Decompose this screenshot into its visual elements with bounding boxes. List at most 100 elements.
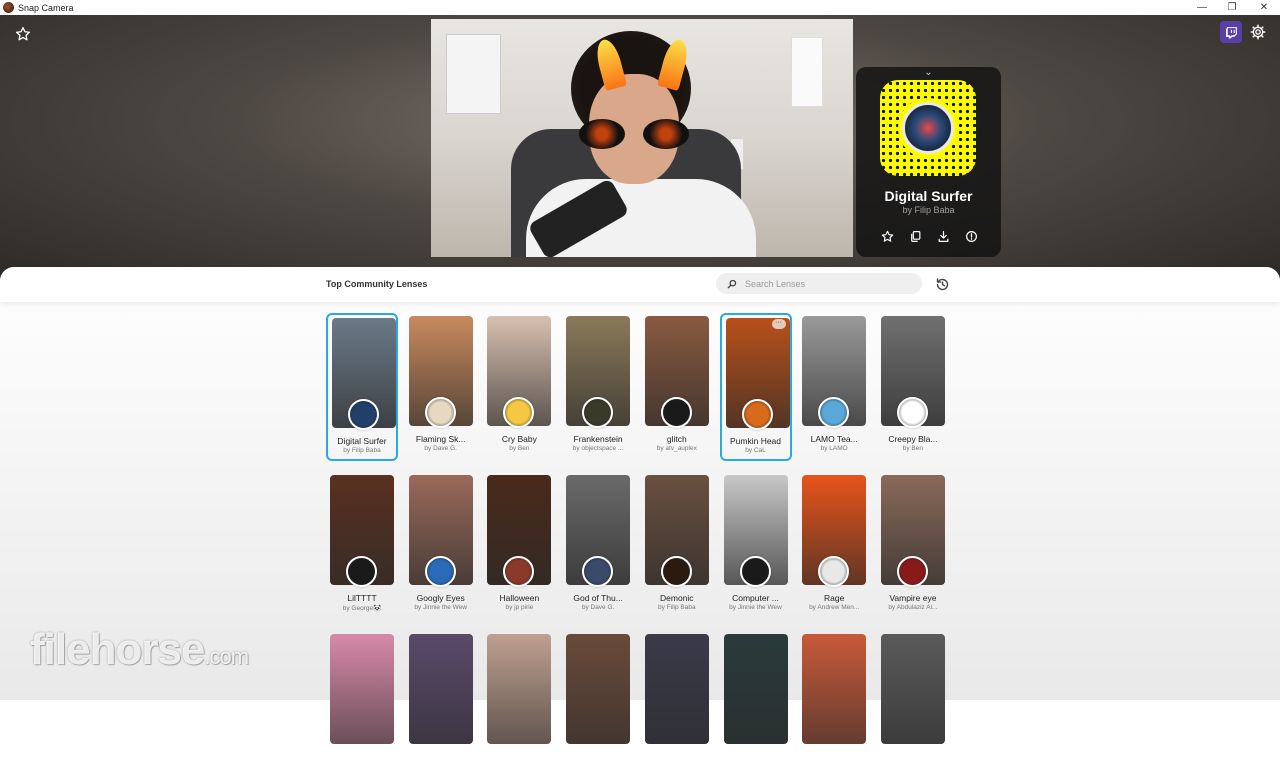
history-button[interactable] <box>932 274 952 294</box>
report-lens-button[interactable] <box>962 227 980 245</box>
lens-actions <box>878 227 980 245</box>
lens-name: Googly Eyes <box>416 593 465 603</box>
active-lens-card: ⌄ Digital Surfer by Filip Baba <box>856 67 1001 257</box>
lens-tile[interactable] <box>720 631 792 779</box>
lens-name: glitch <box>666 434 687 444</box>
lens-author: by Filip Baba <box>343 447 381 454</box>
background-frame <box>446 34 501 114</box>
lens-name: LAMO Tea... <box>810 434 858 444</box>
lens-name: Creepy Bla... <box>888 434 938 444</box>
lens-tile[interactable]: Halloween by jp pirie <box>483 472 555 620</box>
lens-icon <box>739 556 771 587</box>
lens-name: Demonic <box>660 593 694 603</box>
lens-tile[interactable]: Computer ... by Jinnie the Wew <box>720 472 792 620</box>
favorites-button[interactable] <box>12 23 34 45</box>
lens-icon <box>660 556 692 587</box>
watermark-brand: filehorse <box>30 625 205 674</box>
lens-tile[interactable]: God of Thu... by Dave G. <box>562 472 634 620</box>
lens-icon <box>741 399 773 430</box>
active-lens-author: by Filip Baba <box>902 205 955 215</box>
lens-tile[interactable]: Googly Eyes by Jinnie the Wew <box>405 472 477 620</box>
lens-tile[interactable] <box>405 631 477 779</box>
lens-author: by Andrew Men... <box>809 604 860 611</box>
lens-icon <box>896 556 928 587</box>
copy-link-button[interactable] <box>906 227 924 245</box>
lens-name: Halloween <box>499 593 540 603</box>
lens-icon <box>424 556 456 587</box>
lens-name: God of Thu... <box>573 593 623 603</box>
lens-tile[interactable]: Frankenstein by objectspace ... <box>562 313 634 461</box>
section-heading: Top Community Lenses <box>326 279 428 289</box>
window-title: Snap Camera <box>18 2 74 13</box>
lens-thumbnail <box>566 634 631 744</box>
favorite-lens-button[interactable] <box>878 227 896 245</box>
star-outline-icon <box>16 27 30 41</box>
lens-author: by Jinnie the Wew <box>414 604 467 611</box>
lens-name: Frankenstein <box>573 434 623 444</box>
twitch-button[interactable] <box>1220 21 1242 43</box>
search-input[interactable] <box>745 278 915 289</box>
lens-tile[interactable]: Demonic by Filip Baba <box>641 472 713 620</box>
lens-tile[interactable] <box>641 631 713 779</box>
lens-icon <box>660 397 692 428</box>
lens-icon <box>818 556 850 587</box>
minimize-button[interactable]: — <box>1188 0 1216 15</box>
lens-icon <box>582 556 614 587</box>
lens-author: by Ben <box>902 445 924 452</box>
lens-author: by Abdulaziz Al... <box>888 604 938 611</box>
lens-thumbnail <box>330 634 394 744</box>
lens-tile[interactable]: LAMO Tea... by LAMO <box>798 313 870 461</box>
lens-name: LilTTTT <box>347 593 377 603</box>
history-icon <box>936 277 948 290</box>
download-lens-button[interactable] <box>934 227 952 245</box>
lens-icon <box>902 102 954 154</box>
lens-tile[interactable] <box>877 631 949 779</box>
lens-icon <box>348 399 379 430</box>
lens-tile[interactable]: Flaming Sk... by Dave G. <box>405 313 477 461</box>
lens-author: by George🐼 <box>342 605 382 612</box>
lens-author: by Filip Baba <box>658 604 696 611</box>
download-icon <box>938 230 948 242</box>
lens-name: Vampire eye <box>889 593 937 603</box>
lens-tile[interactable] <box>798 631 870 779</box>
lens-name: Cry Baby <box>501 434 537 444</box>
lens-author: by objectspace ... <box>572 445 624 452</box>
lens-name: Computer ... <box>732 593 779 603</box>
lens-tile[interactable] <box>562 631 634 779</box>
more-options-icon[interactable]: ··· <box>771 319 786 329</box>
lens-thumbnail <box>487 634 552 744</box>
lens-name: Rage <box>824 593 845 603</box>
lens-tile[interactable]: Vampire eye by Abdulaziz Al... <box>877 472 949 620</box>
lens-author: by LAMO <box>820 445 848 452</box>
lens-glasses <box>579 119 689 149</box>
title-bar: Snap Camera — ❐ ✕ <box>0 0 1280 15</box>
lens-tile[interactable]: Creepy Bla... by Ben <box>877 313 949 461</box>
lens-tile[interactable] <box>483 631 555 779</box>
lens-name: Pumkin Head <box>729 436 782 446</box>
maximize-button[interactable]: ❐ <box>1218 0 1246 15</box>
lens-tile[interactable] <box>326 631 398 779</box>
lens-tile[interactable]: Cry Baby by Ben <box>483 313 555 461</box>
lens-tile[interactable]: ··· Pumkin Head by CaL <box>719 313 792 461</box>
search-icon <box>727 279 737 289</box>
lens-author: by Dave G. <box>424 445 457 452</box>
settings-button[interactable] <box>1247 21 1269 43</box>
gear-icon <box>1250 24 1266 40</box>
snapcode <box>880 80 976 176</box>
lens-name: Digital Surfer <box>337 436 387 446</box>
star-icon <box>881 230 893 242</box>
lens-tile[interactable]: LilTTTT by George🐼 <box>326 472 398 620</box>
lens-icon <box>582 397 614 428</box>
lens-author: by jp pirie <box>505 604 534 611</box>
watermark-tld: .com <box>204 644 249 669</box>
search-bar[interactable] <box>716 273 922 294</box>
lens-author: by Dave G. <box>581 604 615 611</box>
app-icon <box>3 2 14 13</box>
lens-author: by Ben <box>509 445 530 452</box>
lens-tile[interactable]: glitch by atv_auplex <box>641 313 713 461</box>
lens-tile[interactable]: Digital Surfer by Filip Baba <box>326 313 398 461</box>
chevron-down-icon[interactable]: ⌄ <box>856 67 1001 78</box>
lens-browser-header: Top Community Lenses <box>0 267 1280 302</box>
close-button[interactable]: ✕ <box>1250 0 1278 15</box>
lens-tile[interactable]: Rage by Andrew Men... <box>798 472 870 620</box>
